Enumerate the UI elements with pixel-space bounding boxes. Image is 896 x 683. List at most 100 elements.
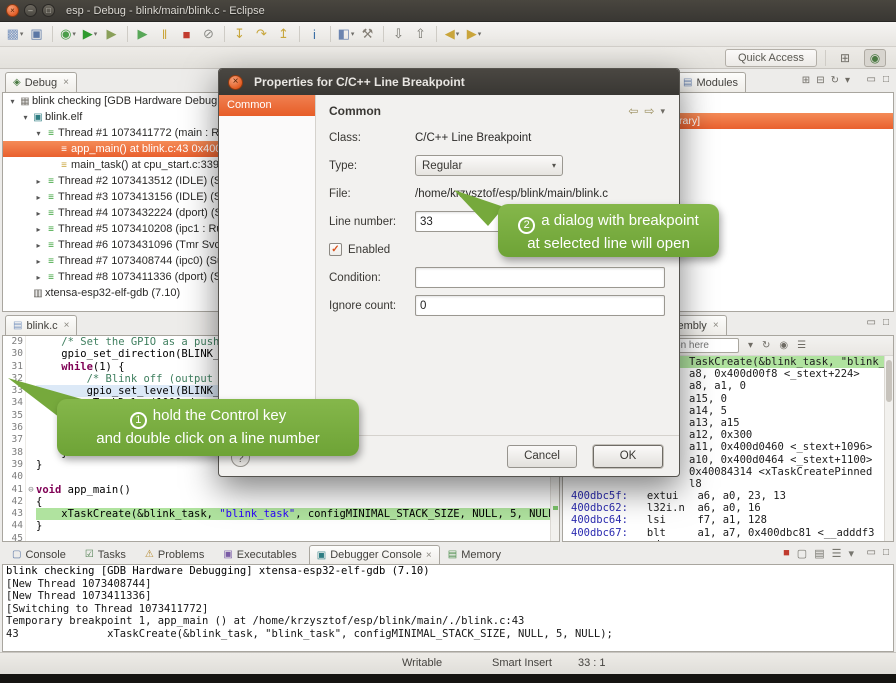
toolbar-icon[interactable]: ◉ ▾ [58,24,78,44]
maximize-icon[interactable]: □ [883,547,889,558]
scrollbar[interactable] [884,356,893,541]
view-toolbar-icon[interactable]: ⊞ [802,75,810,86]
close-icon[interactable]: × [64,320,70,331]
twisty-icon[interactable]: ▸ [33,257,44,266]
back-icon[interactable]: ⇦ [628,104,638,118]
console-toolbar-icon[interactable]: ☰ [832,547,842,560]
console-tab[interactable]: ▢ Console [5,545,77,564]
twisty-icon[interactable]: ▾ [33,129,44,138]
fold-icon[interactable]: ⊖ [25,484,36,496]
twisty-icon[interactable]: ▸ [33,177,44,186]
ignore-count-input[interactable] [415,295,665,316]
fold-icon[interactable] [25,459,36,471]
ok-button[interactable]: OK [593,445,663,468]
toolbar-icon[interactable]: ↥ [274,24,294,44]
twisty-icon[interactable]: ▸ [33,273,44,282]
line-number[interactable]: 45 [3,533,25,542]
minimize-icon[interactable]: ▭ [867,317,876,328]
console-output[interactable]: blink checking [GDB Hardware Debugging] … [2,564,894,652]
fold-icon[interactable] [25,471,36,483]
view-toolbar-icon[interactable]: ↻ [831,75,839,86]
view-toolbar-icon[interactable]: ☰ [797,340,806,351]
twisty-icon[interactable]: ▾ [20,113,31,122]
code-line[interactable]: 45 [3,533,559,542]
console-tab[interactable]: ☑ Tasks [78,545,137,564]
line-number[interactable]: 41 [3,484,25,496]
line-number[interactable]: 38 [3,447,25,459]
toolbar-icon[interactable]: ▣ [27,24,47,44]
forward-icon[interactable]: ⇨ [644,104,654,118]
line-number[interactable]: 39 [3,459,25,471]
cancel-button[interactable]: Cancel [507,445,577,468]
line-number[interactable]: 30 [3,348,25,360]
ruler-marker-green[interactable] [553,506,558,510]
console-toolbar-icon[interactable]: ■ [783,547,790,560]
code-line[interactable]: 44 } [3,520,559,532]
fold-icon[interactable] [25,447,36,459]
toolbar-icon[interactable]: ▶ [102,24,122,44]
disassembly-line[interactable]: 400dbc5f: extui a6, a0, 23, 13 [563,490,893,502]
line-number[interactable]: 42 [3,496,25,508]
view-menu-icon[interactable]: ▾ [660,106,665,117]
fold-icon[interactable] [25,348,36,360]
dialog-titlebar[interactable]: × Properties for C/C++ Line Breakpoint [219,69,679,95]
disassembly-line[interactable]: 400dbc62: l32i.n a6, a0, 16 [563,502,893,514]
toolbar-icon[interactable]: ◀ ▾ [442,24,462,44]
line-number[interactable]: 43 [3,508,25,520]
dialog-sidebar-item-common[interactable]: Common [219,95,315,116]
code-line[interactable]: 42 { [3,496,559,508]
toolbar-icon[interactable]: ▶ ▾ [464,24,484,44]
toolbar-icon[interactable]: ▶ [133,24,153,44]
toolbar-icon[interactable]: ‖ [155,24,175,44]
perspective-button[interactable]: ⊞ [834,49,856,67]
toolbar-icon[interactable]: i [305,24,325,44]
perspective-button[interactable]: ◉ [864,49,886,67]
line-number[interactable]: 44 [3,520,25,532]
twisty-icon[interactable]: ▸ [33,193,44,202]
toolbar-icon[interactable]: ⊘ [199,24,219,44]
close-icon[interactable]: × [63,77,69,88]
condition-input[interactable] [415,267,665,288]
maximize-icon[interactable]: □ [883,317,889,328]
code-line[interactable]: 41 ⊖ void app_main() [3,484,559,496]
fold-icon[interactable] [25,361,36,373]
console-toolbar-icon[interactable]: ▾ [848,547,854,560]
toolbar-icon[interactable]: ⚒ [358,24,378,44]
tab-modules[interactable]: ▤ Modules [675,72,746,92]
toolbar-icon[interactable]: ↧ [230,24,250,44]
console-toolbar-icon[interactable]: ▢ [797,547,807,560]
view-toolbar-icon[interactable]: ▾ [845,75,850,86]
fold-icon[interactable] [25,496,36,508]
toolbar-icon[interactable]: ◧ ▾ [336,24,356,44]
line-number[interactable]: 29 [3,336,25,348]
view-toolbar-icon[interactable]: ↻ [762,340,770,351]
line-number[interactable]: 31 [3,361,25,373]
console-toolbar-icon[interactable]: ▤ [814,547,824,560]
disassembly-line[interactable]: 400dbc64: lsi f7, a1, 128 [563,514,893,526]
console-tab[interactable]: ⚠ Problems [138,545,215,564]
fold-icon[interactable] [25,520,36,532]
tab-blink-c[interactable]: ▤ blink.c × [5,315,77,335]
type-dropdown[interactable]: Regular ▾ [415,155,563,176]
minimize-icon[interactable]: ▭ [867,547,876,558]
fold-icon[interactable] [25,434,36,446]
view-toolbar-icon[interactable]: ⊟ [816,75,824,86]
twisty-icon[interactable]: ▾ [7,97,18,106]
console-tab[interactable]: ▣ Executables [216,545,307,564]
fold-icon[interactable] [25,336,36,348]
console-tab[interactable]: ▣ Debugger Console × [309,545,440,564]
minimize-icon[interactable]: ▭ [867,74,876,85]
fold-icon[interactable] [25,508,36,520]
module-row-selected[interactable]: rary] [673,113,893,129]
close-icon[interactable]: × [426,550,432,561]
window-minimize-button[interactable]: – [24,4,37,17]
toolbar-icon[interactable]: ▩ ▾ [5,24,25,44]
close-icon[interactable]: × [713,320,719,331]
window-maximize-button[interactable]: □ [42,4,55,17]
code-line[interactable]: 43 xTaskCreate(&blink_task, "blink_task"… [3,508,559,520]
line-number[interactable]: 40 [3,471,25,483]
toolbar-icon[interactable]: ▶ ▾ [80,24,100,44]
modules-list[interactable]: rary] [672,92,894,312]
disassembly-line[interactable]: l8 [563,478,893,490]
twisty-icon[interactable]: ▸ [33,209,44,218]
